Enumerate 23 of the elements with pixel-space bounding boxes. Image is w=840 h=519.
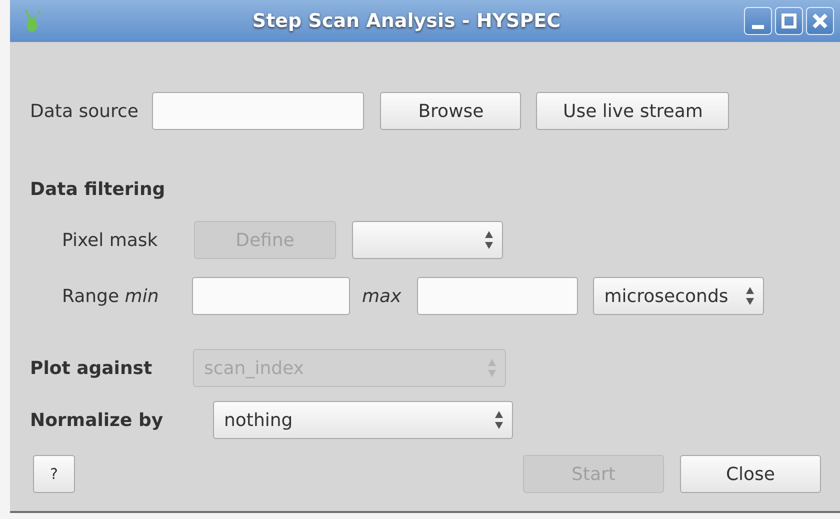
spinner-icon: [484, 230, 494, 250]
max-field[interactable]: [417, 277, 578, 315]
normalize-dropdown[interactable]: nothing: [213, 401, 513, 439]
field-label: Normalize by: [30, 408, 164, 432]
bug-icon: [22, 8, 42, 34]
field-label: Pixel mask: [62, 228, 159, 252]
field-label: Data source: [30, 100, 138, 124]
help-button[interactable]: ?: [33, 455, 75, 493]
window-title: Step Scan Analysis - HYSPEC: [251, 8, 562, 34]
dropdown[interactable]: [352, 221, 503, 259]
field-label: Range min: [62, 284, 160, 308]
data-source-field[interactable]: [152, 92, 364, 130]
browse-button[interactable]: Browse: [380, 92, 522, 130]
field-label: max: [362, 284, 402, 308]
section-heading: Data filtering: [30, 178, 166, 202]
spinner-icon: [494, 410, 504, 430]
min-field[interactable]: [192, 277, 350, 315]
close-button[interactable]: Close: [680, 455, 821, 493]
field-label: Plot against: [30, 356, 154, 380]
live-stream-button[interactable]: Use live stream: [536, 92, 730, 130]
unit-dropdown[interactable]: microseconds: [593, 277, 764, 315]
spinner-icon: [487, 358, 497, 378]
spinner-icon: [745, 286, 756, 306]
